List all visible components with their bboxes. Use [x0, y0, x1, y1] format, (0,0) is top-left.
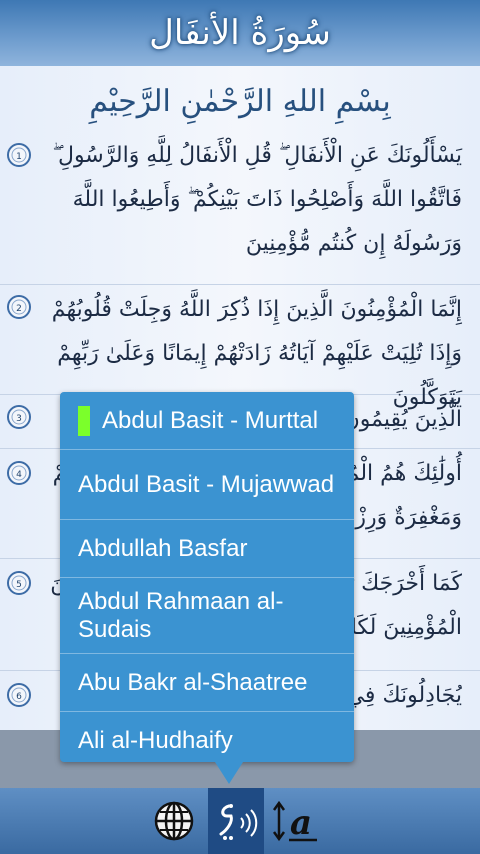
reciter-audio-icon	[219, 804, 258, 840]
ayah-number-icon: 3	[6, 404, 32, 430]
surah-title: سُورَةُ الأنفَال	[149, 13, 331, 53]
ayah-number: 1	[16, 152, 22, 162]
font-glyph: a	[290, 803, 312, 843]
popup-pointer	[215, 762, 243, 784]
reciter-item-selected[interactable]: Abdul Basit - Murttal	[60, 392, 354, 450]
ayah-number: 2	[16, 304, 22, 314]
reciter-label: Abu Bakr al-Shaatree	[78, 668, 308, 696]
reciter-label: Abdul Basit - Mujawwad	[78, 470, 335, 498]
reciter-label: Ali al-Hudhaify	[78, 727, 233, 754]
ayah-number: 6	[16, 692, 22, 702]
ayah-number-icon: 2	[6, 294, 32, 320]
ayah-number-icon: 4	[6, 460, 32, 486]
reciter-label: Abdul Rahmaan al-Sudais	[78, 587, 284, 643]
ayah-number: 5	[16, 580, 22, 590]
ayah-number: 3	[16, 414, 22, 424]
reciter-item[interactable]: Ali al-Hudhaify	[60, 712, 354, 762]
reciter-label: Abdullah Basfar	[78, 534, 248, 562]
reciter-label: Abdul Basit - Murttal	[102, 406, 319, 434]
ayah-number-icon: 1	[6, 142, 32, 168]
selected-indicator	[78, 405, 90, 436]
ayah-text: يَسْأَلُونَكَ عَنِ الْأَنفَالِ ۖ قُلِ ال…	[52, 143, 462, 256]
ayah-number-icon: 6	[6, 682, 32, 708]
reciter-popup: Abdul Basit - Murttal Abdul Basit - Muja…	[60, 392, 354, 762]
reciter-button[interactable]	[208, 788, 264, 854]
font-size-button[interactable]: a	[268, 788, 324, 854]
ayah-number: 4	[16, 470, 22, 480]
bottom-toolbar: a	[0, 788, 480, 854]
reciter-item[interactable]: Abu Bakr al-Shaatree	[60, 654, 354, 712]
ayah-row[interactable]: 1 يَسْأَلُونَكَ عَنِ الْأَنفَالِ ۖ قُلِ …	[0, 130, 480, 285]
ayah-row[interactable]: 2 إِنَّمَا الْمُؤْمِنُونَ الَّذِينَ إِذَ…	[0, 284, 480, 410]
globe-icon	[154, 801, 194, 841]
reciter-item[interactable]: Abdul Basit - Mujawwad	[60, 450, 354, 520]
font-size-icon: a	[272, 800, 317, 843]
reciter-item[interactable]: Abdul Rahmaan al-Sudais	[60, 578, 354, 654]
ayah-number-icon: 5	[6, 570, 32, 596]
language-button[interactable]	[146, 788, 202, 854]
reciter-item[interactable]: Abdullah Basfar	[60, 520, 354, 578]
bismillah: بِسْمِ اللهِ الرَّحْمٰنِ الرَّحِيْمِ	[89, 84, 391, 119]
surah-header: سُورَةُ الأنفَال	[0, 0, 480, 66]
